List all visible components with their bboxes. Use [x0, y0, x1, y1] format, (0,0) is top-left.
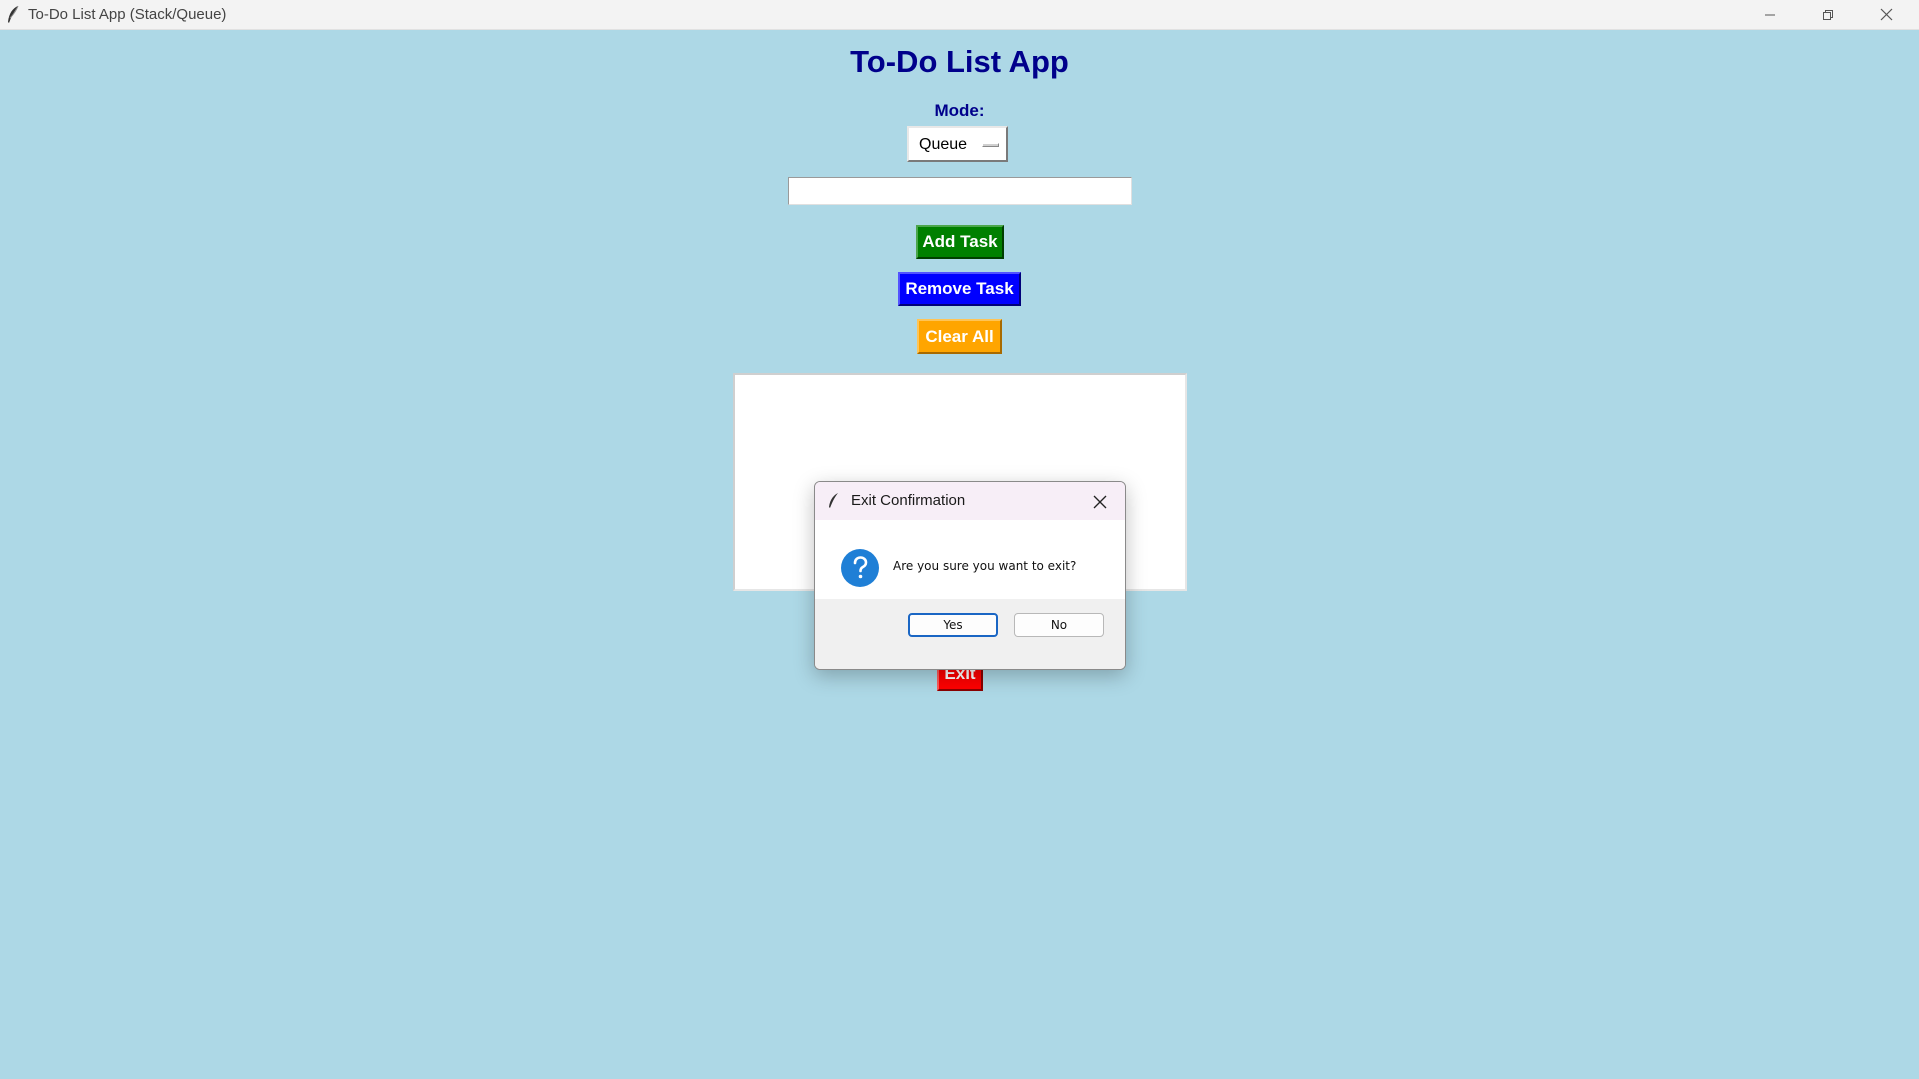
dialog-footer: Yes No — [815, 599, 1125, 669]
clear-all-button[interactable]: Clear All — [917, 319, 1002, 354]
window-titlebar: To-Do List App (Stack/Queue) — [0, 0, 1919, 30]
option-menu-indicator-icon — [982, 143, 999, 147]
restore-button[interactable] — [1800, 0, 1856, 29]
dialog-body: Are you sure you want to exit? — [815, 520, 1125, 599]
app-heading: To-Do List App — [850, 44, 1069, 79]
yes-button[interactable]: Yes — [908, 613, 998, 637]
minimize-button[interactable] — [1742, 0, 1798, 29]
exit-confirmation-dialog: Exit Confirmation Are you sure you want … — [814, 481, 1126, 670]
close-icon[interactable] — [1091, 493, 1109, 511]
minimize-icon — [1765, 14, 1775, 15]
task-input[interactable] — [788, 177, 1132, 205]
close-icon — [1880, 8, 1892, 21]
dialog-titlebar: Exit Confirmation — [815, 482, 1125, 520]
feather-icon — [829, 493, 838, 508]
question-icon — [841, 549, 879, 587]
mode-label: Mode: — [934, 101, 985, 120]
restore-icon — [1823, 9, 1833, 20]
window-close-button[interactable] — [1858, 0, 1914, 29]
dialog-title: Exit Confirmation — [851, 492, 966, 509]
add-task-button[interactable]: Add Task — [916, 225, 1004, 259]
dialog-message: Are you sure you want to exit? — [893, 559, 1077, 573]
feather-icon — [8, 5, 19, 23]
no-button[interactable]: No — [1014, 613, 1104, 637]
window-title: To-Do List App (Stack/Queue) — [28, 6, 227, 23]
mode-selected-value: Queue — [919, 136, 968, 153]
mode-option-menu[interactable]: Queue — [907, 126, 1008, 162]
remove-task-button[interactable]: Remove Task — [898, 272, 1021, 306]
